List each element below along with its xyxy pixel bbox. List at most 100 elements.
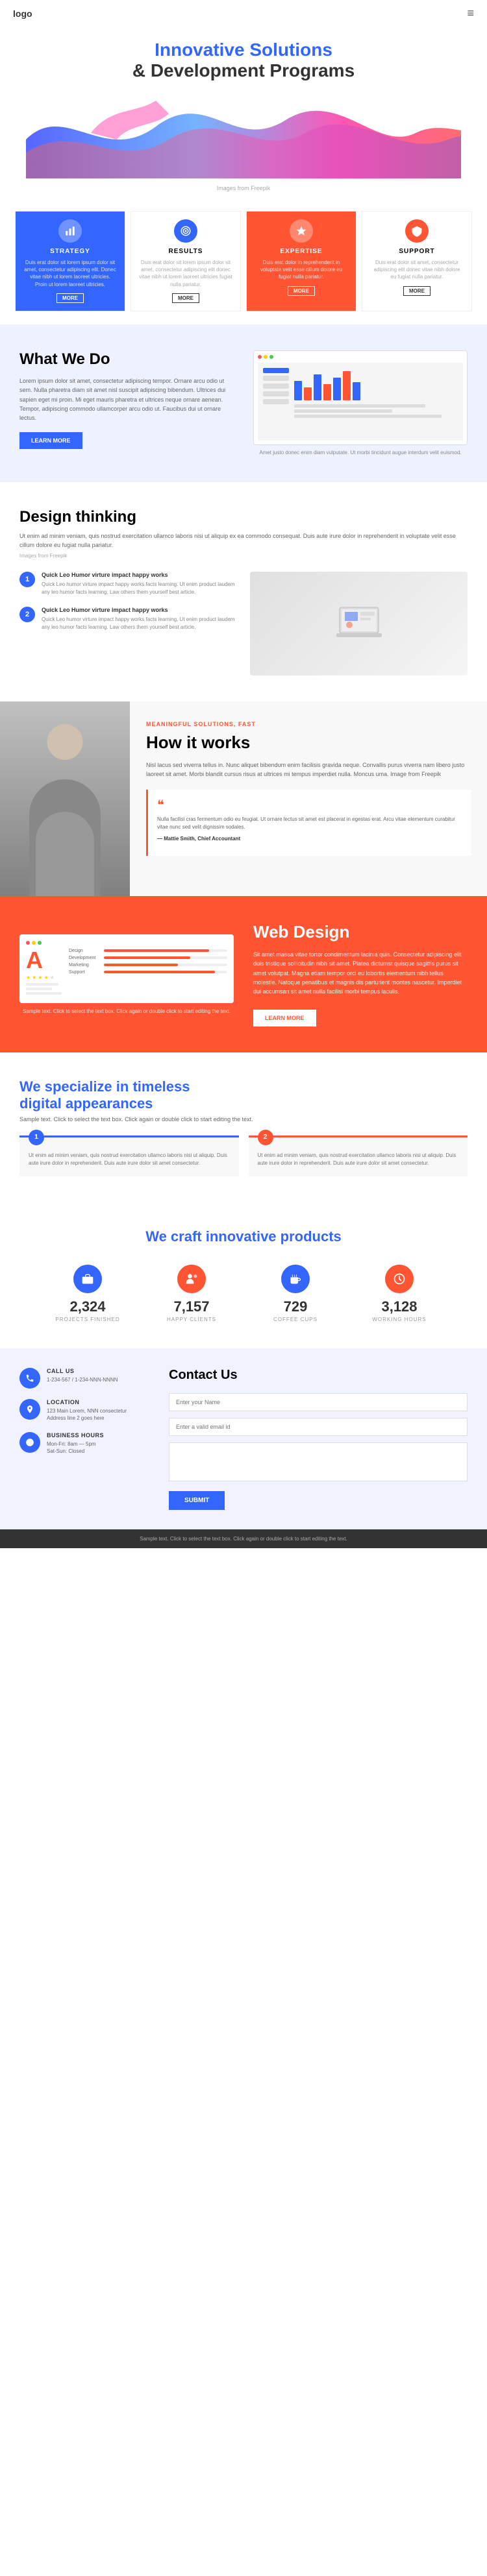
browser-caption: Amet justo donec enim diam vulputate. Ut… — [253, 449, 468, 456]
step-number-1: 1 — [19, 572, 35, 587]
target-icon — [180, 225, 192, 237]
web-design-image: A ★ ★ ★ ★ ★ Desi — [19, 934, 234, 1014]
results-more[interactable]: MORE — [172, 293, 199, 303]
shield-icon — [411, 225, 423, 237]
phone-icon — [25, 1374, 34, 1383]
design-thinking-credit: Images from Freepik — [19, 553, 468, 559]
digital-cards: 1 Ut enim ad minim veniam, quis nostrud … — [19, 1136, 468, 1176]
hero-title: Innovative Solutions & Development Progr… — [26, 40, 461, 81]
digital-card-2: 2 Ut enim ad minim veniam, quis nostrud … — [249, 1136, 468, 1176]
design-thinking-title: Design thinking — [19, 508, 468, 526]
design-thinking-section: Design thinking Ut enim ad minim veniam,… — [0, 482, 487, 701]
business-hours-icon — [25, 1438, 34, 1447]
how-it-works-desc: Nisl lacus sed viverra tellus in. Nunc a… — [146, 760, 471, 779]
digital-card-text-2: Ut enim ad minim veniam, quis nostrud ex… — [258, 1152, 459, 1167]
expertise-title: EXPERTISE — [255, 248, 348, 255]
browser-sidebar-item — [263, 391, 289, 396]
rating-label-marketing: Marketing — [69, 963, 101, 967]
contact-hours-label: BUSINESS HOURS — [47, 1432, 104, 1439]
phone-icon-circle — [19, 1368, 40, 1389]
email-input[interactable] — [169, 1418, 468, 1436]
support-title: SUPPORT — [370, 248, 464, 255]
chart-bar — [304, 387, 312, 400]
what-we-do-learn-more[interactable]: LEARN MORE — [19, 432, 82, 449]
footer-text: Sample text. Click to select the text bo… — [6, 1536, 481, 1542]
submit-button[interactable]: SUBMIT — [169, 1491, 225, 1510]
location-icon-circle — [19, 1399, 40, 1420]
web-mockup-lines — [26, 983, 65, 995]
chart-bar — [323, 384, 331, 400]
hours-icon-circle — [19, 1432, 40, 1453]
web-design-learn-more[interactable]: LEARN MORE — [253, 1010, 316, 1027]
star-5: ★ — [50, 975, 55, 980]
coffee-icon — [289, 1272, 302, 1285]
rating-row-marketing: Marketing — [69, 963, 227, 967]
menu-icon[interactable]: ≡ — [467, 6, 474, 20]
projects-icon — [73, 1265, 102, 1293]
design-thinking-subtitle: Ut enim ad minim veniam, quis nostrud ex… — [19, 531, 468, 550]
name-field-group — [169, 1393, 468, 1411]
hours-number: 3,128 — [351, 1298, 448, 1315]
contact-section: CALL US 1-234-567 / 1-234-NNN-NNNN LOCAT… — [0, 1348, 487, 1529]
browser-sidebar-item — [263, 399, 289, 404]
rating-fill-dev — [104, 956, 190, 959]
strategy-text: Duis erat dolor sit lorem ipsum dolor si… — [23, 259, 117, 288]
testimonial-author: — Mattie Smith, Chief Accountant — [157, 835, 462, 843]
contact-form-title: Contact Us — [169, 1368, 468, 1383]
web-design-caption: Sample text. Click to select the text bo… — [19, 1008, 234, 1014]
how-it-works-section: MEANINGFUL SOLUTIONS, FAST How it works … — [0, 701, 487, 896]
coffee-icon-circle — [281, 1265, 310, 1293]
contact-form: Contact Us SUBMIT — [169, 1368, 468, 1510]
how-it-works-content: MEANINGFUL SOLUTIONS, FAST How it works … — [130, 701, 487, 896]
how-it-works-label: MEANINGFUL SOLUTIONS, FAST — [146, 721, 471, 727]
step-number-2: 2 — [19, 607, 35, 622]
chart-bar — [294, 381, 302, 400]
rating-bar-design — [104, 949, 227, 952]
strategy-more[interactable]: MORE — [56, 293, 84, 303]
expertise-more[interactable]: MORE — [288, 286, 315, 296]
contact-hours-line1: Mon-Fri: 8am — 5pm — [47, 1440, 104, 1448]
name-input[interactable] — [169, 1393, 468, 1411]
text-line — [294, 409, 392, 413]
step-title-2: Quick Leo Humor virture impact happy wor… — [42, 607, 237, 613]
email-field-group — [169, 1418, 468, 1436]
web-design-section: A ★ ★ ★ ★ ★ Desi — [0, 896, 487, 1052]
browser-sidebar-item — [263, 376, 289, 381]
testimonial-text: Nulla facilisi cras fermentum odio eu fe… — [157, 816, 462, 831]
hours-label: WORKING HOURS — [351, 1317, 448, 1322]
web-mockup-letter: A — [26, 949, 65, 972]
rating-fill-support — [104, 971, 215, 973]
rating-label-dev: Development — [69, 956, 101, 960]
rating-bar-support — [104, 971, 227, 973]
step-title-1: Quick Leo Humor virture impact happy wor… — [42, 572, 237, 578]
star-2: ★ — [32, 975, 36, 980]
message-input[interactable] — [169, 1442, 468, 1481]
chart-bar — [343, 371, 351, 400]
contact-hours-line2: Sat-Sun: Closed — [47, 1448, 104, 1455]
contact-info: CALL US 1-234-567 / 1-234-NNN-NNNN LOCAT… — [19, 1368, 149, 1510]
location-icon — [25, 1405, 34, 1414]
rating-fill-marketing — [104, 964, 178, 966]
card-number-2: 2 — [258, 1130, 273, 1145]
digital-section: We specialize in timeless digital appear… — [0, 1052, 487, 1202]
support-icon-circle — [405, 219, 429, 243]
strategy-icon-circle — [58, 219, 82, 243]
message-field-group — [169, 1442, 468, 1485]
contact-hours-text: BUSINESS HOURS Mon-Fri: 8am — 5pm Sat-Su… — [47, 1432, 104, 1455]
contact-phone-line1: 1-234-567 / 1-234-NNN-NNNN — [47, 1376, 118, 1383]
contact-item-hours: BUSINESS HOURS Mon-Fri: 8am — 5pm Sat-Su… — [19, 1432, 149, 1455]
browser-main — [294, 368, 458, 435]
contact-phone-text: CALL US 1-234-567 / 1-234-NNN-NNNN — [47, 1368, 118, 1389]
users-icon — [185, 1272, 198, 1285]
laptop-illustration — [333, 598, 385, 650]
feature-card-expertise: EXPERTISE Duis erat dolor in reprehender… — [246, 211, 356, 311]
innovative-title: We craft innovative products — [19, 1228, 468, 1245]
hero-wave — [26, 88, 461, 178]
step-content-2: Quick Leo Humor virture impact happy wor… — [42, 607, 237, 631]
person-bg — [0, 701, 130, 896]
hero-section: Innovative Solutions & Development Progr… — [0, 27, 487, 198]
browser-bar — [258, 355, 463, 359]
browser-dot-green — [269, 355, 273, 359]
design-steps-right — [250, 572, 468, 675]
support-more[interactable]: MORE — [403, 286, 431, 296]
